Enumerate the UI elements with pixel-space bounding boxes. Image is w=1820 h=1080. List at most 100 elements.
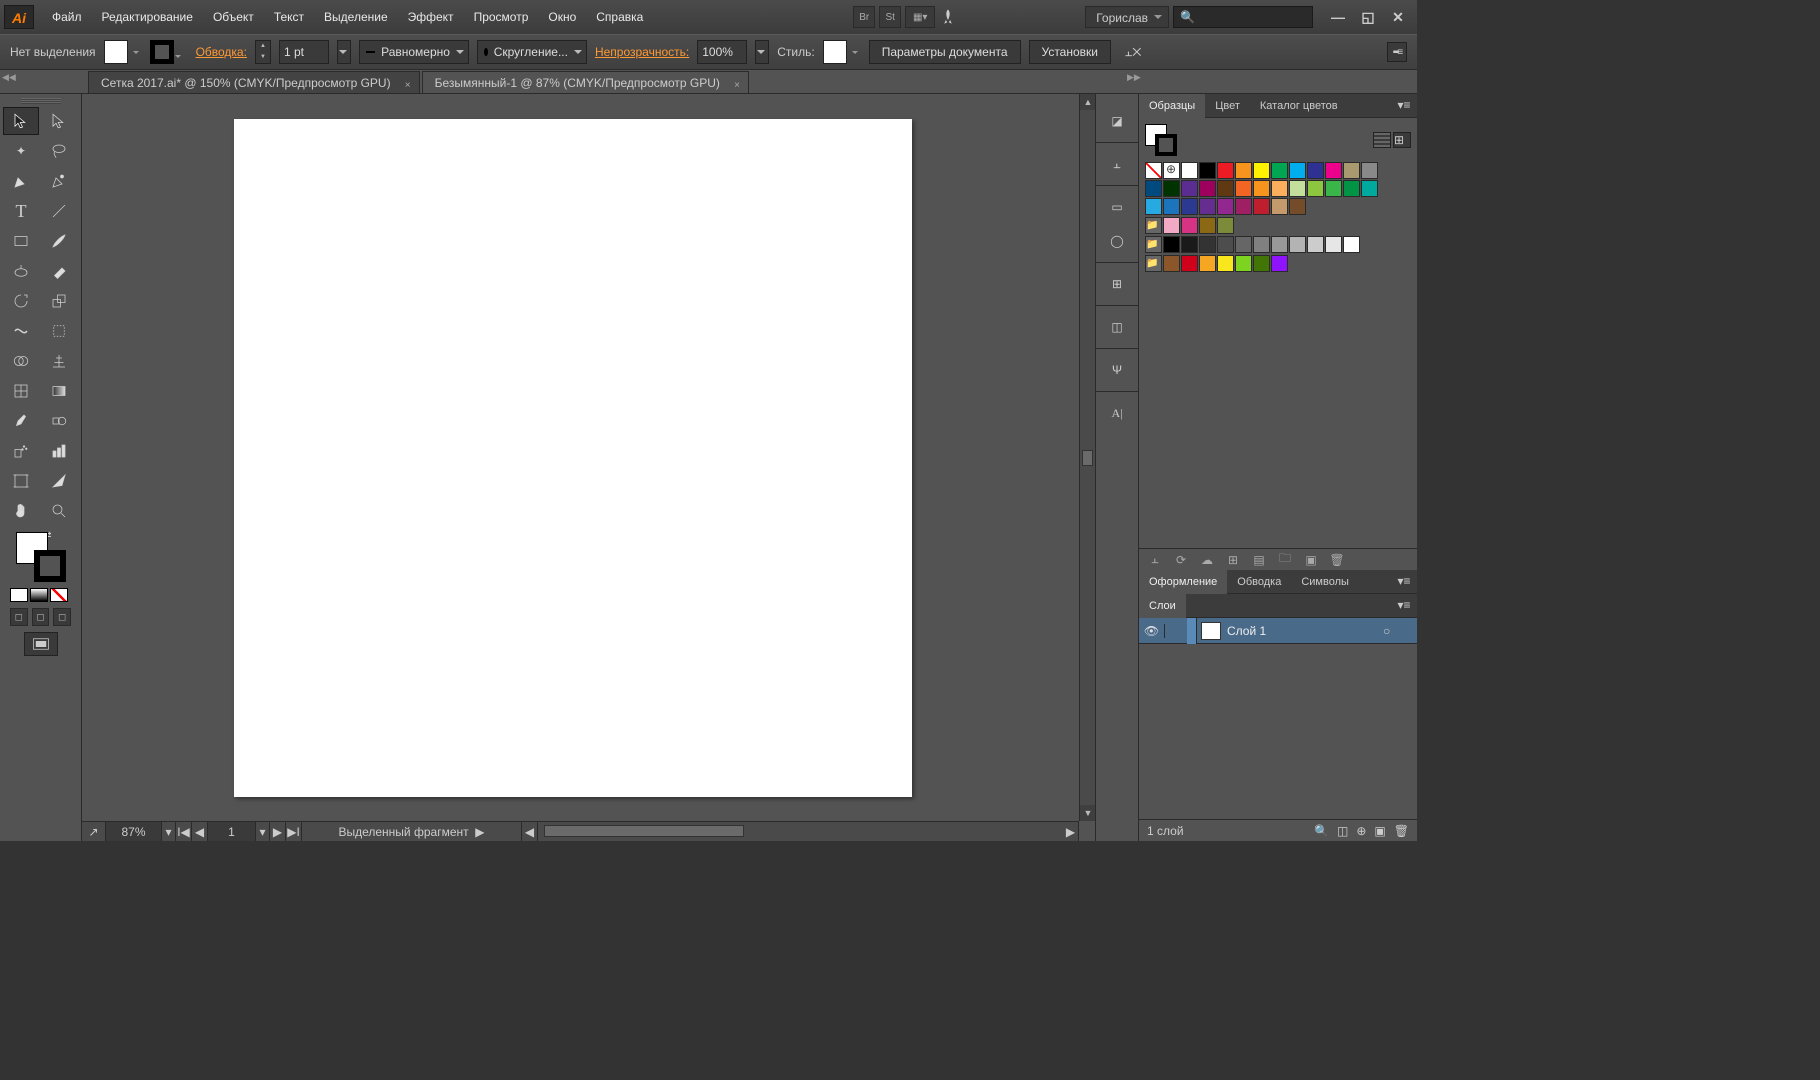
swatch[interactable] (1199, 236, 1216, 253)
document-tab[interactable]: Безымянный-1 @ 87% (CMYK/Предпросмотр GP… (422, 71, 749, 93)
swatch-libraries-icon[interactable]: ⫠ (1147, 552, 1163, 568)
panel-menu-icon[interactable]: ▾≡ (1395, 574, 1413, 588)
stroke-weight-input[interactable]: 1 pt (279, 40, 329, 64)
fill-swatch[interactable] (104, 40, 128, 64)
swatch[interactable] (1253, 255, 1270, 272)
swatch[interactable] (1253, 162, 1270, 179)
width-tool[interactable] (3, 317, 39, 345)
rotate-tool[interactable] (3, 287, 39, 315)
swatch[interactable] (1199, 255, 1216, 272)
new-layer-icon[interactable]: ▣ (1374, 824, 1385, 838)
dock-transparency-icon[interactable]: ◯ (1102, 228, 1132, 254)
swatch[interactable] (1163, 162, 1180, 179)
swatch[interactable] (1343, 162, 1360, 179)
mesh-tool[interactable] (3, 377, 39, 405)
scale-tool[interactable] (41, 287, 77, 315)
swatch[interactable] (1289, 180, 1306, 197)
paintbrush-tool[interactable] (41, 227, 77, 255)
document-tab[interactable]: Сетка 2017.ai* @ 150% (CMYK/Предпросмотр… (88, 71, 420, 93)
color-tab[interactable]: Цвет (1205, 94, 1250, 118)
swatch[interactable] (1163, 236, 1180, 253)
draw-inside-button[interactable]: ◻ (53, 608, 71, 626)
visibility-toggle[interactable]: 👁 (1139, 624, 1165, 638)
draw-behind-button[interactable]: ◻ (32, 608, 50, 626)
swatch[interactable] (1325, 162, 1342, 179)
document-setup-button[interactable]: Параметры документа (869, 40, 1021, 64)
gpu-rocket-icon[interactable] (939, 8, 957, 26)
make-clipping-mask-icon[interactable]: ◫ (1337, 824, 1348, 838)
type-tool[interactable]: T (3, 197, 39, 225)
color-mode-button[interactable] (10, 588, 28, 602)
swatch[interactable] (1181, 180, 1198, 197)
swatch[interactable] (1289, 162, 1306, 179)
swatch[interactable] (1163, 198, 1180, 215)
swatch[interactable] (1181, 162, 1198, 179)
dock-character-icon[interactable]: A| (1102, 400, 1132, 426)
dock-transform-icon[interactable]: ⊞ (1102, 271, 1132, 297)
style-swatch[interactable] (823, 40, 847, 64)
status-info[interactable]: Выделенный фрагмент ▶ (302, 822, 522, 842)
swatch[interactable] (1271, 162, 1288, 179)
panel-menu-icon[interactable]: ▾≡ (1395, 98, 1413, 112)
new-swatch-icon[interactable]: ▣ (1303, 552, 1319, 568)
swatch[interactable] (1217, 198, 1234, 215)
layer-row[interactable]: 👁 Слой 1 ○ (1139, 618, 1417, 644)
magic-wand-tool[interactable]: ✦ (3, 137, 39, 165)
swatch[interactable] (1289, 198, 1306, 215)
search-input[interactable]: 🔍 (1173, 6, 1313, 28)
stroke-panel-tab[interactable]: Обводка (1227, 570, 1291, 594)
stroke-color[interactable] (34, 550, 66, 582)
prev-artboard-button[interactable]: ◀ (192, 822, 208, 842)
none-mode-button[interactable] (50, 588, 68, 602)
swatch[interactable] (1181, 198, 1198, 215)
last-artboard-button[interactable]: ▶I (286, 822, 302, 842)
swatch[interactable] (1217, 217, 1234, 234)
blend-tool[interactable] (41, 407, 77, 435)
swatch[interactable] (1235, 255, 1252, 272)
new-sublayer-icon[interactable]: ⊕ (1356, 824, 1366, 838)
artboard-nav-input[interactable]: 1 (208, 822, 256, 842)
gradient-mode-button[interactable] (30, 588, 48, 602)
curvature-tool[interactable] (41, 167, 77, 195)
dock-gradient-icon[interactable]: ▭ (1102, 194, 1132, 220)
dock-collapse-left-icon[interactable]: ◀◀ (2, 72, 14, 82)
swatch[interactable] (1307, 236, 1324, 253)
swatch[interactable] (1181, 217, 1198, 234)
brush-combo[interactable]: Скругление... (477, 40, 587, 64)
menu-view[interactable]: Просмотр (464, 0, 539, 34)
artboard-tool[interactable] (3, 467, 39, 495)
swatch[interactable] (1199, 162, 1216, 179)
scroll-thumb[interactable] (544, 825, 744, 837)
screen-mode-button[interactable] (24, 632, 58, 656)
stroke-weight-stepper[interactable]: ▲▼ (255, 40, 271, 64)
rectangle-tool[interactable] (3, 227, 39, 255)
swatch[interactable] (1163, 255, 1180, 272)
swatch[interactable] (1271, 180, 1288, 197)
dock-collapse-right-icon[interactable]: ▶▶ (1127, 72, 1139, 82)
controlbar-overflow[interactable]: ▪▪▪≡ (1387, 42, 1407, 62)
zoom-tool[interactable] (41, 497, 77, 525)
swatch-cloud-icon[interactable]: ☁ (1199, 552, 1215, 568)
swatch-folder[interactable]: 📁 (1145, 255, 1162, 272)
dock-align-icon[interactable]: ⫠ (1102, 151, 1132, 177)
slice-tool[interactable] (41, 467, 77, 495)
dock-pathfinder-icon[interactable]: ◫ (1102, 314, 1132, 340)
swatch[interactable] (1235, 236, 1252, 253)
swatch[interactable] (1271, 255, 1288, 272)
opacity-label[interactable]: Непрозрачность: (595, 45, 689, 59)
arrange-documents-button[interactable]: ▦▾ (905, 6, 935, 28)
layer-name[interactable]: Слой 1 (1225, 624, 1383, 638)
swatch[interactable] (1307, 180, 1324, 197)
swatch[interactable] (1361, 180, 1378, 197)
swatch[interactable] (1343, 180, 1360, 197)
menu-select[interactable]: Выделение (314, 0, 398, 34)
swatch[interactable] (1253, 236, 1270, 253)
panel-grip[interactable] (21, 98, 61, 104)
new-folder-icon[interactable]: 🗀 (1277, 552, 1293, 568)
swatch[interactable] (1145, 180, 1162, 197)
new-color-group-icon[interactable]: ▤ (1251, 552, 1267, 568)
swatch[interactable] (1253, 180, 1270, 197)
menu-help[interactable]: Справка (586, 0, 653, 34)
bridge-button[interactable]: Br (853, 6, 875, 28)
perspective-grid-tool[interactable] (41, 347, 77, 375)
